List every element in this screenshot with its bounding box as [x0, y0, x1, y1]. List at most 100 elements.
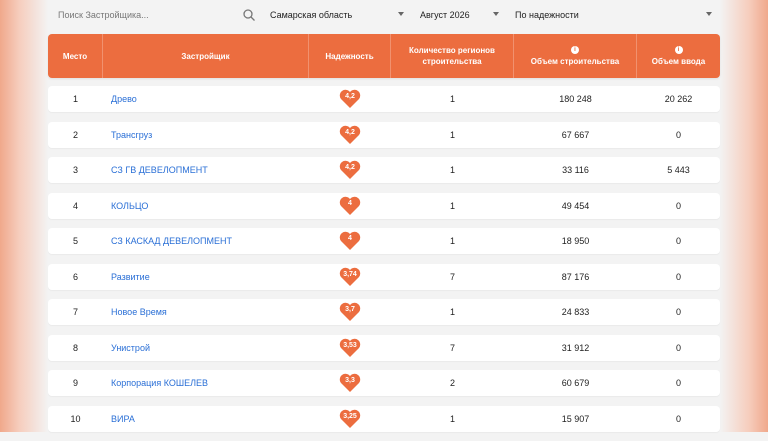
ratings-panel: Поиск Застройщика... Самарская область А…: [48, 0, 720, 432]
row-rating: 3,7: [309, 299, 391, 325]
row-regions: 1: [449, 307, 455, 317]
column-developer[interactable]: Застройщик: [103, 34, 309, 78]
developer-link[interactable]: ВИРА: [103, 406, 309, 432]
row-commissioning: 5 443: [667, 165, 690, 175]
heart-icon: 4: [339, 231, 361, 251]
rating-value: 4,2: [345, 164, 355, 171]
heart-icon: 3,25: [339, 409, 361, 429]
row-rating: 4: [309, 228, 391, 254]
chevron-down-icon: [706, 12, 712, 16]
chevron-down-icon: [493, 12, 499, 16]
region-select[interactable]: Самарская область: [262, 0, 412, 30]
info-icon[interactable]: i: [571, 45, 579, 54]
table-row: 6 Развитие 3,74 7 87 176 0: [48, 263, 720, 290]
row-construction: 67 667: [561, 129, 590, 140]
rating-value: 3,74: [343, 270, 357, 278]
search-input[interactable]: Поиск Застройщика...: [48, 0, 262, 30]
row-place: 6: [72, 271, 78, 282]
developer-link[interactable]: Корпорация КОШЕЛЕВ: [103, 370, 309, 396]
developer-link[interactable]: Древо: [103, 86, 309, 112]
rating-value: 3,7: [345, 306, 355, 313]
developer-link[interactable]: Унистрой: [103, 335, 309, 361]
developer-link[interactable]: Развитие: [103, 264, 309, 290]
region-value: Самарская область: [270, 10, 353, 20]
row-place: 8: [72, 342, 78, 353]
heart-icon: 4,2: [339, 89, 361, 109]
date-value: Август 2026: [420, 10, 470, 20]
rating-value: 3,25: [343, 412, 357, 420]
row-commissioning: 0: [675, 413, 681, 424]
table-row: 10 ВИРА 3,25 1 15 907 0: [48, 405, 720, 432]
rating-value: 4: [348, 199, 352, 207]
rating-value: 4,2: [345, 93, 355, 100]
date-select[interactable]: Август 2026: [412, 0, 507, 30]
row-construction: 18 950: [561, 236, 590, 246]
developer-link[interactable]: Трансгруз: [103, 122, 309, 148]
row-construction: 180 248: [559, 94, 592, 104]
table-row: 4 КОЛЬЦО 4 1 49 454 0: [48, 192, 720, 219]
table-body: 1 Древо 4,2 1 180 248 20 262 2 Трансгруз…: [48, 86, 720, 441]
heart-icon: 4,2: [339, 125, 361, 145]
developer-link[interactable]: СЗ КАСКАД ДЕВЕЛОПМЕНТ: [103, 228, 309, 254]
heart-icon: 3,74: [339, 267, 361, 287]
column-regions[interactable]: Количество регионов строительства: [391, 34, 514, 78]
row-rating: 3,53: [309, 335, 391, 361]
row-construction: 87 176: [561, 271, 590, 282]
table-row: 1 Древо 4,2 1 180 248 20 262: [48, 86, 720, 112]
row-commissioning: 0: [675, 236, 681, 246]
row-commissioning: 0: [675, 307, 681, 317]
row-rating: 3,25: [309, 406, 391, 432]
developer-link[interactable]: КОЛЬЦО: [103, 193, 309, 219]
row-rating: 4: [309, 193, 391, 219]
table-row: 2 Трансгруз 4,2 1 67 667 0: [48, 121, 720, 148]
heart-icon: 4: [339, 196, 361, 216]
row-commissioning: 0: [675, 129, 681, 140]
row-place: 2: [72, 129, 78, 140]
row-construction: 49 454: [561, 200, 590, 211]
row-regions: 1: [449, 236, 455, 246]
sort-select[interactable]: По надежности: [507, 0, 720, 30]
row-place: 3: [72, 165, 78, 175]
right-edge-decoration: [720, 0, 768, 432]
row-place: 1: [72, 94, 78, 104]
row-regions: 1: [449, 129, 455, 140]
row-place: 9: [72, 378, 78, 388]
table-row: 7 Новое Время 3,7 1 24 833 0: [48, 299, 720, 325]
row-regions: 1: [449, 413, 455, 424]
row-regions: 7: [449, 342, 455, 353]
row-regions: 7: [449, 271, 455, 282]
table-row: 5 СЗ КАСКАД ДЕВЕЛОПМЕНТ 4 1 18 950 0: [48, 228, 720, 254]
heart-icon: 3,53: [339, 338, 361, 358]
row-construction: 31 912: [561, 342, 590, 353]
column-construction-volume[interactable]: i Объем строительства: [514, 34, 637, 78]
row-construction: 24 833: [561, 307, 590, 317]
sort-value: По надежности: [515, 10, 579, 20]
column-place[interactable]: Место: [48, 34, 103, 78]
row-rating: 4,2: [309, 122, 391, 148]
row-place: 4: [72, 200, 78, 211]
row-construction: 60 679: [561, 378, 590, 388]
row-rating: 3,74: [309, 264, 391, 290]
chevron-down-icon: [398, 12, 404, 16]
search-icon[interactable]: [242, 8, 256, 22]
developer-link[interactable]: СЗ ГВ ДЕВЕЛОПМЕНТ: [103, 157, 309, 183]
search-placeholder: Поиск Застройщика...: [58, 10, 149, 20]
column-commissioning-volume[interactable]: i Объем ввода: [637, 34, 720, 78]
row-place: 10: [70, 413, 81, 424]
table-row: 3 СЗ ГВ ДЕВЕЛОПМЕНТ 4,2 1 33 116 5 443: [48, 157, 720, 183]
heart-icon: 3,3: [339, 373, 361, 393]
rating-value: 3,3: [345, 377, 355, 384]
row-construction: 15 907: [561, 413, 590, 424]
column-reliability[interactable]: Надежность: [309, 34, 391, 78]
heart-icon: 4,2: [339, 160, 361, 180]
row-rating: 4,2: [309, 86, 391, 112]
row-commissioning: 0: [675, 200, 681, 211]
table-row: 9 Корпорация КОШЕЛЕВ 3,3 2 60 679 0: [48, 370, 720, 396]
rating-value: 4,2: [345, 128, 355, 136]
row-regions: 1: [449, 200, 455, 211]
row-construction: 33 116: [562, 165, 589, 175]
developer-link[interactable]: Новое Время: [103, 299, 309, 325]
info-icon[interactable]: i: [674, 45, 683, 54]
row-place: 5: [72, 236, 78, 246]
row-regions: 2: [449, 378, 455, 388]
